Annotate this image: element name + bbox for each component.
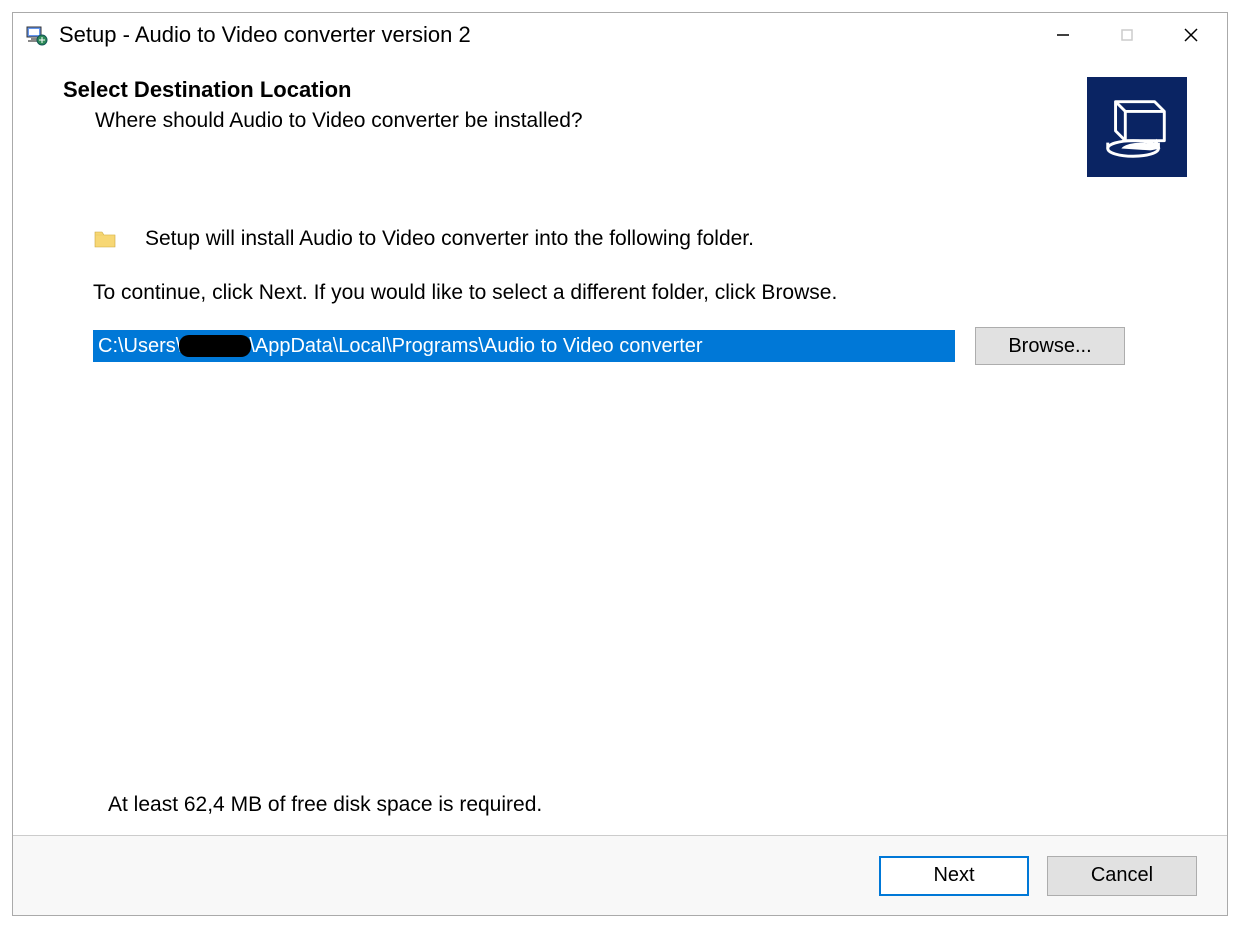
folder-icon bbox=[93, 227, 117, 251]
disk-space-requirement: At least 62,4 MB of free disk space is r… bbox=[108, 793, 542, 817]
destination-path-input[interactable]: C:\Users\ \AppData\Local\Programs\Audio t… bbox=[93, 330, 955, 362]
window-controls bbox=[1031, 15, 1223, 55]
path-prefix: C:\Users\ bbox=[98, 335, 181, 358]
page-subheading: Where should Audio to Video converter be… bbox=[95, 109, 1087, 133]
close-button[interactable] bbox=[1159, 15, 1223, 55]
titlebar: Setup - Audio to Video converter version… bbox=[13, 13, 1227, 57]
continue-instruction: To continue, click Next. If you would li… bbox=[93, 281, 1187, 305]
content-header: Select Destination Location Where should… bbox=[63, 77, 1187, 177]
wizard-content: Select Destination Location Where should… bbox=[13, 57, 1227, 835]
setup-wizard-window: Setup - Audio to Video converter version… bbox=[12, 12, 1228, 916]
window-title: Setup - Audio to Video converter version… bbox=[59, 22, 1031, 48]
next-button[interactable]: Next bbox=[879, 856, 1029, 896]
minimize-button[interactable] bbox=[1031, 15, 1095, 55]
path-suffix: \AppData\Local\Programs\Audio to Video c… bbox=[249, 335, 702, 358]
header-text-block: Select Destination Location Where should… bbox=[63, 77, 1087, 133]
browse-button[interactable]: Browse... bbox=[975, 327, 1125, 365]
cancel-button[interactable]: Cancel bbox=[1047, 856, 1197, 896]
page-heading: Select Destination Location bbox=[63, 77, 1087, 103]
destination-path-row: C:\Users\ \AppData\Local\Programs\Audio t… bbox=[93, 327, 1187, 365]
install-info-row: Setup will install Audio to Video conver… bbox=[93, 227, 1187, 251]
maximize-button bbox=[1095, 15, 1159, 55]
redacted-username bbox=[179, 335, 251, 357]
installer-icon bbox=[25, 23, 49, 47]
install-description: Setup will install Audio to Video conver… bbox=[145, 227, 754, 251]
install-disk-icon bbox=[1087, 77, 1187, 177]
wizard-footer: Next Cancel bbox=[13, 835, 1227, 915]
